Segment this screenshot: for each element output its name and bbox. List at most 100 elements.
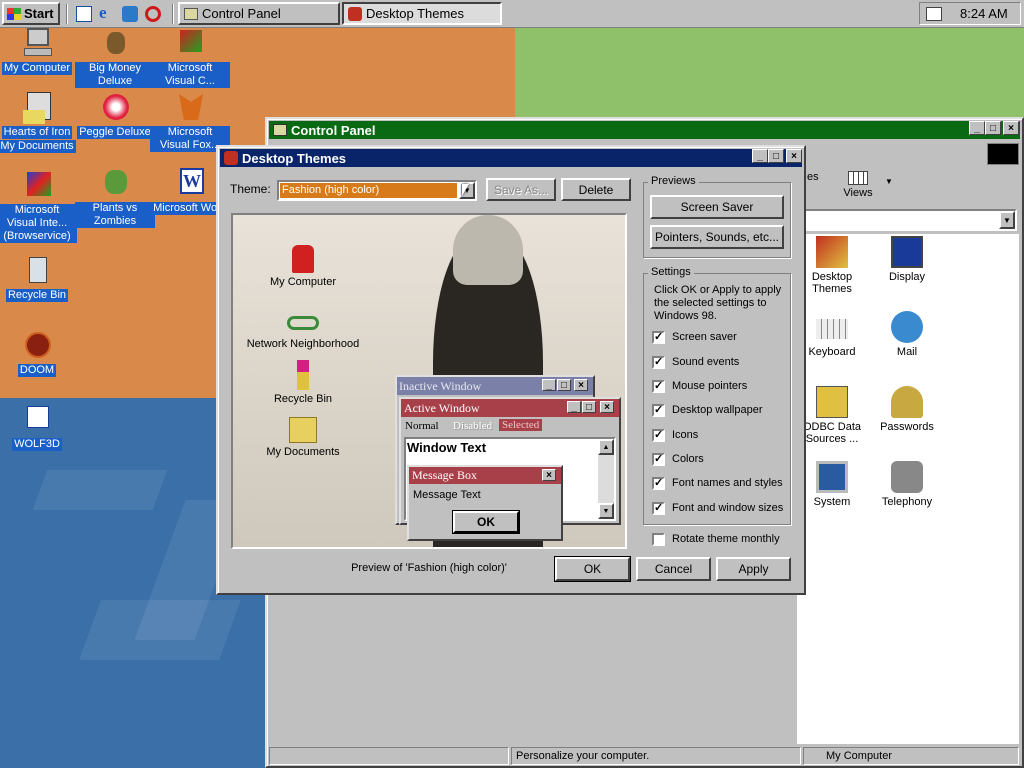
maximize-button[interactable]: □ xyxy=(985,121,1001,135)
cp-item-label: Passwords xyxy=(880,421,934,433)
show-desktop-icon[interactable] xyxy=(76,6,92,22)
cp-item-system[interactable]: System xyxy=(797,461,867,508)
close-icon: × xyxy=(574,379,588,391)
cp-item-desktop-themes[interactable]: Desktop Themes xyxy=(797,236,867,295)
desktop-icon-visual-c[interactable]: Microsoft Visual C... xyxy=(150,28,230,88)
wolf3d-icon xyxy=(21,404,53,436)
desktop-icon-visual-fox[interactable]: Microsoft Visual Fox... xyxy=(150,92,230,152)
cp-item-label: ODBC Data Sources ... xyxy=(802,421,862,445)
scheduler-icon[interactable] xyxy=(926,6,942,21)
views-dropdown-icon[interactable]: ▼ xyxy=(885,177,893,186)
desktop-icon-label: My Documents xyxy=(0,140,76,153)
address-bar[interactable]: ▼ xyxy=(797,209,1017,231)
theme-value: Fashion (high color) xyxy=(280,183,457,198)
desktop-icon-label: WOLF3D xyxy=(12,438,62,451)
minimize-button[interactable]: _ xyxy=(969,121,985,135)
checkbox-label: Colors xyxy=(672,453,704,465)
visual-interdev-icon xyxy=(21,170,53,202)
desktop-icon-label: Recycle Bin xyxy=(5,289,69,302)
cp-item-passwords[interactable]: Passwords xyxy=(872,386,942,433)
cp-item-keyboard[interactable]: Keyboard xyxy=(797,311,867,358)
word-icon: W xyxy=(174,168,206,200)
checkbox-label: Sound events xyxy=(672,356,740,368)
channels-icon[interactable] xyxy=(122,6,138,22)
preview-icon-my-documents: My Documents xyxy=(243,417,363,458)
checkbox-label: Screen saver xyxy=(672,331,737,343)
control-panel-icon xyxy=(184,7,198,20)
money-bag-icon xyxy=(99,28,131,60)
checkbox-font-sizes[interactable]: ✓ xyxy=(652,502,665,515)
cp-item-odbc[interactable]: ODBC Data Sources ... xyxy=(797,386,867,445)
cp-item-label: Keyboard xyxy=(808,346,856,358)
opera-icon[interactable] xyxy=(145,6,161,22)
cp-item-label: Telephony xyxy=(881,496,933,508)
checkbox-label: Font and window sizes xyxy=(672,502,784,514)
preview-message-box: Message Box × Message Text OK xyxy=(407,465,563,541)
control-panel-titlebar[interactable]: Control Panel xyxy=(269,121,1020,139)
desktop-icon-visual-inter[interactable]: Microsoft Visual Inte... (Browservice) xyxy=(0,170,77,243)
views-button[interactable]: Views xyxy=(833,169,883,205)
start-button[interactable]: Start xyxy=(2,2,60,25)
preview-menu-disabled: Disabled xyxy=(453,420,493,432)
address-dropdown-button[interactable]: ▼ xyxy=(999,211,1015,229)
minimize-icon: _ xyxy=(542,379,556,391)
desktop-icon-label: My Computer xyxy=(1,62,73,75)
clock[interactable]: 8:24 AM xyxy=(960,6,1008,21)
task-control-panel[interactable]: Control Panel xyxy=(178,2,340,25)
desktop-icon-my-computer[interactable]: My Computer xyxy=(0,28,77,75)
doom-icon xyxy=(21,330,53,362)
desktop-icon-wolf3d[interactable]: WOLF3D xyxy=(0,404,77,451)
cancel-button[interactable]: Cancel xyxy=(636,557,711,581)
checkbox-mouse-pointers[interactable]: ✓ xyxy=(652,380,665,393)
cp-item-telephony[interactable]: Telephony xyxy=(872,461,942,508)
previews-label: Previews xyxy=(648,175,699,187)
screen-saver-button[interactable]: Screen Saver xyxy=(650,195,784,219)
fox-icon xyxy=(174,92,206,124)
save-as-button[interactable]: Save As... xyxy=(486,178,556,201)
minimize-button[interactable]: _ xyxy=(752,149,768,163)
desktop-icon-hearts-of-iron[interactable]: Hearts of Iron xyxy=(0,92,77,139)
views-label: Views xyxy=(843,187,873,199)
apply-button[interactable]: Apply xyxy=(716,557,791,581)
checkbox-icons[interactable]: ✓ xyxy=(652,429,665,442)
lipstick-icon xyxy=(297,360,309,390)
views-icon xyxy=(848,171,868,185)
close-button[interactable]: × xyxy=(1003,121,1019,135)
checkbox-rotate-monthly[interactable] xyxy=(652,533,665,546)
close-button[interactable]: × xyxy=(786,149,802,163)
checkbox-label: Mouse pointers xyxy=(672,380,748,392)
windows-throbber-icon xyxy=(987,143,1019,165)
desktop-icon-peggle[interactable]: Peggle Deluxe xyxy=(75,92,155,139)
desktop-themes-titlebar[interactable]: Desktop Themes xyxy=(220,149,802,167)
ok-button[interactable]: OK xyxy=(554,556,631,582)
checkbox-label: Font names and styles xyxy=(672,477,783,489)
desktop-icon-plants-vs-zombies[interactable]: Plants vs Zombies xyxy=(75,168,155,228)
checkbox-colors[interactable]: ✓ xyxy=(652,453,665,466)
theme-select[interactable]: Fashion (high color) ▼ xyxy=(277,180,477,201)
internet-explorer-icon[interactable]: e xyxy=(99,4,115,22)
preview-msgbox-title: Message Box xyxy=(409,467,561,484)
preview-icon-my-computer: My Computer xyxy=(243,245,363,288)
taskbar: Start e Control Panel Desktop Themes 8:2… xyxy=(0,0,1024,28)
desktop-icon-label: Hearts of Iron xyxy=(1,126,73,139)
desktop-icon-recycle-bin[interactable]: Recycle Bin xyxy=(0,255,77,302)
cp-item-mail[interactable]: Mail xyxy=(872,311,942,358)
delete-button[interactable]: Delete xyxy=(561,178,631,201)
plants-vs-zombies-icon xyxy=(99,168,131,200)
display-icon xyxy=(891,236,923,268)
task-desktop-themes[interactable]: Desktop Themes xyxy=(342,2,502,25)
pointers-sounds-button[interactable]: Pointers, Sounds, etc... xyxy=(650,225,784,249)
checkbox-font-names[interactable]: ✓ xyxy=(652,477,665,490)
system-icon xyxy=(816,461,848,493)
maximize-button[interactable]: □ xyxy=(768,149,784,163)
taskbar-divider xyxy=(172,4,174,24)
desktop-icon-big-money[interactable]: Big Money Deluxe xyxy=(75,28,155,88)
checkbox-desktop-wallpaper[interactable]: ✓ xyxy=(652,404,665,417)
checkbox-screen-saver[interactable]: ✓ xyxy=(652,331,665,344)
desktop-icon-my-documents[interactable]: My Documents xyxy=(0,140,77,154)
cp-item-display[interactable]: Display xyxy=(872,236,942,283)
checkbox-sound-events[interactable]: ✓ xyxy=(652,356,665,369)
lock-icon xyxy=(292,245,314,273)
window-title: Control Panel xyxy=(291,122,376,138)
desktop-icon-doom[interactable]: DOOM xyxy=(0,330,77,377)
